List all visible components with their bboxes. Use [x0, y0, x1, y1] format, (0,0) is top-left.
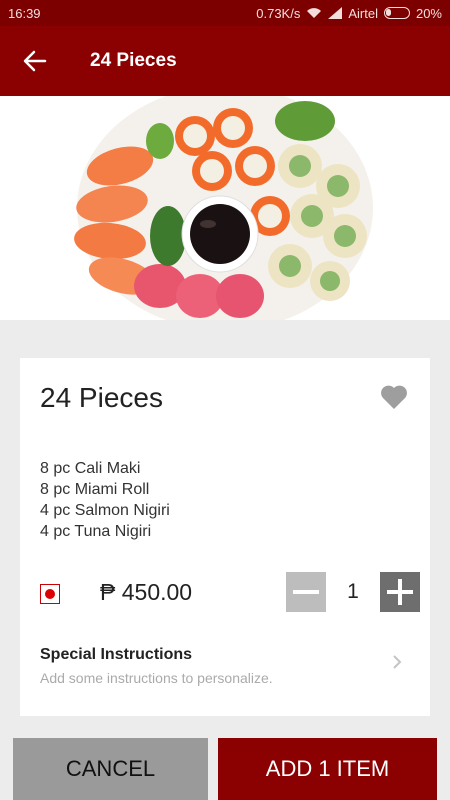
item-title: 24 Pieces — [40, 382, 163, 413]
description-line: 4 pc Salmon Nigiri — [40, 502, 170, 519]
wifi-icon — [307, 8, 322, 18]
item-card: 24 Pieces 8 pc Cali Maki 8 pc Miami Roll… — [20, 358, 430, 716]
japan-flag-icon — [40, 584, 60, 604]
heart-icon[interactable] — [380, 384, 408, 410]
status-time: 16:39 — [8, 5, 41, 21]
cancel-button[interactable]: CANCEL — [13, 738, 208, 800]
item-price: ₱ 450.00 — [100, 579, 193, 605]
decrease-quantity-button[interactable] — [286, 572, 326, 612]
minus-icon — [293, 590, 319, 594]
special-instructions-row[interactable]: Special Instructions Add some instructio… — [20, 638, 430, 698]
battery-percent: 20% — [415, 5, 442, 21]
signal-icon — [328, 7, 343, 19]
battery-icon — [383, 7, 410, 19]
status-indicators: 0.73K/s Airtel 20% — [256, 6, 442, 21]
special-instructions-title: Special Instructions — [40, 646, 193, 663]
network-speed: 0.73K/s — [256, 5, 301, 21]
sushi-platter-image — [74, 96, 373, 320]
special-instructions-subtitle: Add some instructions to personalize. — [40, 670, 273, 686]
description-line: 8 pc Cali Maki — [40, 460, 141, 477]
arrow-left-icon — [23, 50, 47, 72]
app-bar: 24 Pieces — [0, 26, 450, 96]
description-line: 4 pc Tuna Nigiri — [40, 523, 152, 540]
item-description: 8 pc Cali Maki 8 pc Miami Roll 4 pc Salm… — [40, 458, 170, 542]
product-image — [0, 96, 450, 320]
quantity-value: 1 — [347, 580, 359, 603]
app-bar-title: 24 Pieces — [90, 50, 177, 71]
plus-icon — [387, 579, 413, 605]
add-item-button[interactable]: ADD 1 ITEM — [218, 738, 437, 800]
status-bar: 16:39 0.73K/s Airtel 20% — [0, 0, 450, 26]
back-button[interactable] — [0, 26, 70, 96]
carrier-name: Airtel — [348, 5, 378, 21]
chevron-right-icon — [393, 655, 402, 669]
increase-quantity-button[interactable] — [380, 572, 420, 612]
description-line: 8 pc Miami Roll — [40, 481, 150, 498]
